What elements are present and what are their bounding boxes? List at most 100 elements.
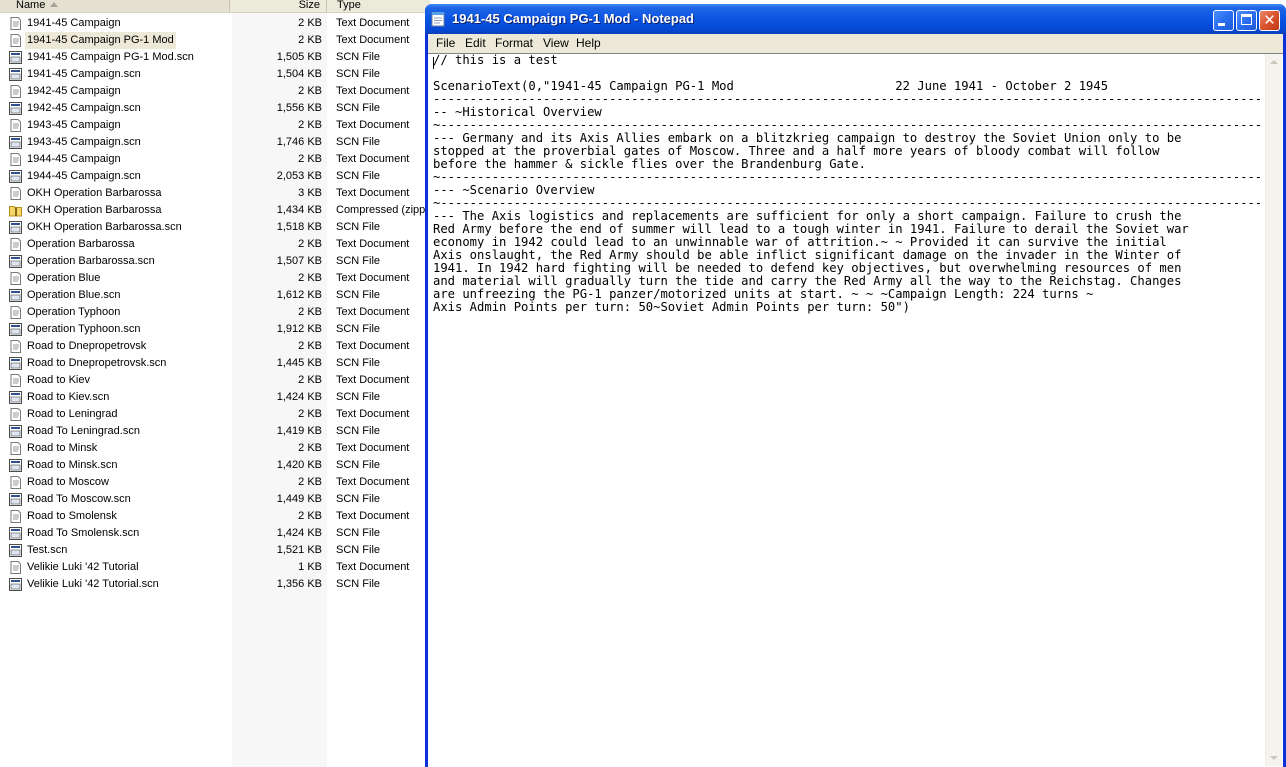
file-type: SCN File	[336, 493, 381, 505]
file-row[interactable]: 1942-45 Campaign 2 KB Text Document	[0, 83, 430, 100]
file-row[interactable]: Operation Blue 2 KB Text Document	[0, 270, 430, 287]
file-row[interactable]: Road to Leningrad 2 KB Text Document	[0, 406, 430, 423]
close-button[interactable]: ✕	[1259, 10, 1280, 31]
file-row[interactable]: 1941-45 Campaign PG-1 Mod.scn 1,505 KB SCN…	[0, 49, 430, 66]
file-name[interactable]: Road to Minsk	[25, 440, 99, 457]
file-row[interactable]: 1942-45 Campaign.scn 1,556 KB SCN File	[0, 100, 430, 117]
file-name[interactable]: 1942-45 Campaign.scn	[25, 100, 143, 117]
file-row[interactable]: Operation Barbarossa.scn 1,507 KB SCN File	[0, 253, 430, 270]
scn-file-icon	[9, 51, 22, 64]
file-size: 2,053 KB	[276, 170, 322, 182]
file-name[interactable]: Velikie Luki '42 Tutorial	[25, 559, 141, 576]
file-name[interactable]: 1944-45 Campaign	[25, 151, 123, 168]
column-header-size[interactable]: Size	[231, 0, 327, 12]
file-row[interactable]: Velikie Luki '42 Tutorial.scn 1,356 KB SCN…	[0, 576, 430, 593]
file-name[interactable]: OKH Operation Barbarossa.scn	[25, 219, 184, 236]
file-name[interactable]: Road to Kiev.scn	[25, 389, 111, 406]
file-name[interactable]: Velikie Luki '42 Tutorial.scn	[25, 576, 161, 593]
file-row[interactable]: OKH Operation Barbarossa 3 KB Text Documen…	[0, 185, 430, 202]
file-name[interactable]: Road to Dnepropetrovsk	[25, 338, 148, 355]
file-row[interactable]: Operation Typhoon 2 KB Text Document	[0, 304, 430, 321]
menu-edit[interactable]: Edit	[461, 34, 490, 53]
file-row[interactable]: Road To Moscow.scn 1,449 KB SCN File	[0, 491, 430, 508]
file-row[interactable]: 1941-45 Campaign PG-1 Mod 2 KB Text Docume…	[0, 32, 430, 49]
file-type: Text Document	[336, 17, 410, 29]
file-row[interactable]: Road to Kiev.scn 1,424 KB SCN File	[0, 389, 430, 406]
column-header-name[interactable]: Name	[0, 0, 230, 12]
file-name[interactable]: Road To Moscow.scn	[25, 491, 133, 508]
file-row[interactable]: Road To Leningrad.scn 1,419 KB SCN File	[0, 423, 430, 440]
column-header-type[interactable]: Type	[331, 0, 430, 12]
scroll-down-button[interactable]	[1266, 749, 1282, 766]
file-row[interactable]: 1944-45 Campaign 2 KB Text Document	[0, 151, 430, 168]
menu-view[interactable]: View	[539, 34, 573, 53]
file-name[interactable]: Test.scn	[25, 542, 69, 559]
minimize-button[interactable]	[1213, 10, 1234, 31]
file-row[interactable]: 1943-45 Campaign.scn 1,746 KB SCN File	[0, 134, 430, 151]
file-row[interactable]: 1944-45 Campaign.scn 2,053 KB SCN File	[0, 168, 430, 185]
file-type: Text Document	[336, 340, 410, 352]
maximize-button[interactable]	[1236, 10, 1257, 31]
file-name[interactable]: 1941-45 Campaign PG-1 Mod	[25, 32, 176, 49]
file-name[interactable]: OKH Operation Barbarossa	[25, 185, 164, 202]
file-row[interactable]: OKH Operation Barbarossa 1,434 KB Compress…	[0, 202, 430, 219]
text-document-icon	[9, 238, 22, 251]
file-name[interactable]: Road To Smolensk.scn	[25, 525, 141, 542]
minimize-icon	[1218, 23, 1225, 26]
file-row[interactable]: OKH Operation Barbarossa.scn 1,518 KB SCN …	[0, 219, 430, 236]
file-name[interactable]: Operation Typhoon.scn	[25, 321, 143, 338]
file-name[interactable]: Operation Barbarossa	[25, 236, 137, 253]
file-name[interactable]: OKH Operation Barbarossa	[25, 202, 164, 219]
file-row[interactable]: Test.scn 1,521 KB SCN File	[0, 542, 430, 559]
file-row[interactable]: Road to Moscow 2 KB Text Document	[0, 474, 430, 491]
file-name[interactable]: 1943-45 Campaign	[25, 117, 123, 134]
file-name[interactable]: Operation Barbarossa.scn	[25, 253, 157, 270]
file-name[interactable]: Road to Dnepropetrovsk.scn	[25, 355, 168, 372]
file-row[interactable]: Road to Kiev 2 KB Text Document	[0, 372, 430, 389]
file-name[interactable]: 1942-45 Campaign	[25, 83, 123, 100]
editor-area[interactable]: // this is a test ScenarioText(0,"1941-4…	[428, 53, 1283, 767]
file-name[interactable]: 1943-45 Campaign.scn	[25, 134, 143, 151]
file-row[interactable]: Road to Dnepropetrovsk.scn 1,445 KB SCN Fi…	[0, 355, 430, 372]
file-type: Text Document	[336, 374, 410, 386]
file-row[interactable]: Velikie Luki '42 Tutorial 1 KB Text Docume…	[0, 559, 430, 576]
text-editor[interactable]: // this is a test ScenarioText(0,"1941-4…	[433, 54, 1261, 766]
file-name[interactable]: Road to Kiev	[25, 372, 92, 389]
menu-help[interactable]: Help	[572, 34, 605, 53]
scroll-up-button[interactable]	[1266, 54, 1282, 71]
file-row[interactable]: 1943-45 Campaign 2 KB Text Document	[0, 117, 430, 134]
file-name[interactable]: 1941-45 Campaign	[25, 15, 123, 32]
file-row[interactable]: Road to Smolensk 2 KB Text Document	[0, 508, 430, 525]
menu-file[interactable]: File	[432, 34, 459, 53]
file-name[interactable]: Operation Typhoon	[25, 304, 122, 321]
file-row[interactable]: Road to Dnepropetrovsk 2 KB Text Document	[0, 338, 430, 355]
file-type: SCN File	[336, 102, 381, 114]
file-name[interactable]: Road to Leningrad	[25, 406, 120, 423]
file-name[interactable]: Road to Smolensk	[25, 508, 119, 525]
file-name[interactable]: 1944-45 Campaign.scn	[25, 168, 143, 185]
file-name[interactable]: 1941-45 Campaign PG-1 Mod.scn	[25, 49, 196, 66]
file-row[interactable]: Road to Minsk 2 KB Text Document	[0, 440, 430, 457]
file-name[interactable]: Road To Leningrad.scn	[25, 423, 142, 440]
file-type: SCN File	[336, 289, 381, 301]
file-name[interactable]: 1941-45 Campaign.scn	[25, 66, 143, 83]
file-name[interactable]: Road to Minsk.scn	[25, 457, 119, 474]
file-row[interactable]: Operation Blue.scn 1,612 KB SCN File	[0, 287, 430, 304]
file-row[interactable]: 1941-45 Campaign.scn 1,504 KB SCN File	[0, 66, 430, 83]
file-name[interactable]: Operation Blue.scn	[25, 287, 123, 304]
file-row[interactable]: Operation Barbarossa 2 KB Text Document	[0, 236, 430, 253]
file-row[interactable]: 1941-45 Campaign 2 KB Text Document	[0, 15, 430, 32]
title-bar[interactable]: 1941-45 Campaign PG-1 Mod - Notepad ✕	[425, 4, 1286, 34]
file-name[interactable]: Operation Blue	[25, 270, 102, 287]
file-name[interactable]: Road to Moscow	[25, 474, 111, 491]
file-size: 2 KB	[298, 119, 322, 131]
file-type: Text Document	[336, 306, 410, 318]
scn-file-icon	[9, 221, 22, 234]
file-size: 2 KB	[298, 85, 322, 97]
file-row[interactable]: Operation Typhoon.scn 1,912 KB SCN File	[0, 321, 430, 338]
menu-format[interactable]: Format	[491, 34, 537, 53]
file-row[interactable]: Road To Smolensk.scn 1,424 KB SCN File	[0, 525, 430, 542]
file-row[interactable]: Road to Minsk.scn 1,420 KB SCN File	[0, 457, 430, 474]
vertical-scrollbar[interactable]	[1265, 54, 1282, 766]
scn-file-icon	[9, 425, 22, 438]
